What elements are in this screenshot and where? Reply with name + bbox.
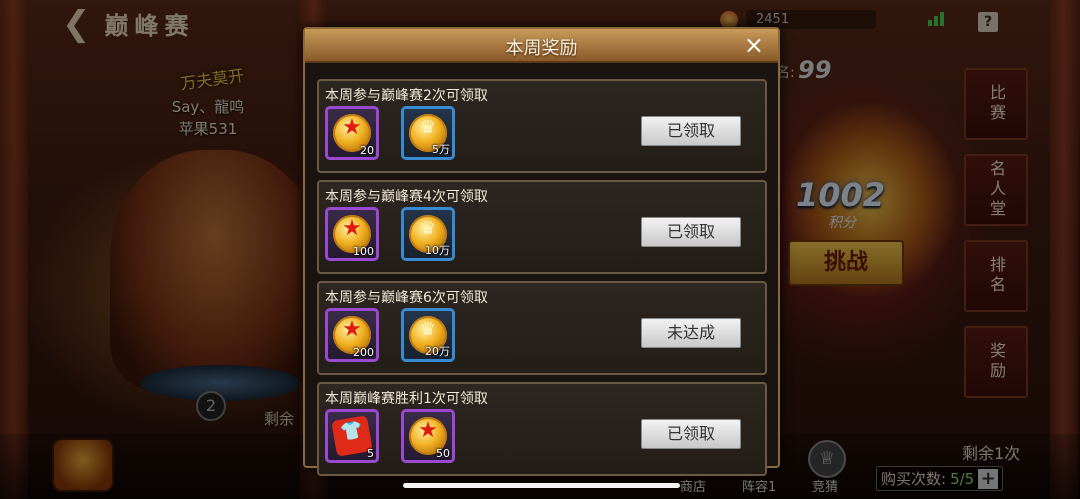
claim-status-button[interactable]: 已领取 — [641, 419, 741, 449]
reward-item-star-coin[interactable]: ★ 50 — [401, 409, 455, 463]
star-icon: ★ — [342, 317, 362, 342]
item-quantity: 20万 — [425, 345, 450, 358]
reward-item-gold-coin[interactable]: ♛ 20万 — [401, 308, 455, 362]
item-quantity: 50 — [436, 447, 450, 460]
weekly-rewards-modal: 本周奖励 × 本周参与巅峰赛2次可领取 ★ 20 ♛ 5万 已领取 本周参与巅峰… — [303, 27, 780, 476]
reward-item-shirt-puzzle[interactable]: 👕 5 — [325, 409, 379, 463]
reward-row: 本周参与巅峰赛2次可领取 ★ 20 ♛ 5万 已领取 — [317, 79, 767, 173]
reward-row: 本周巅峰赛胜利1次可领取 👕 5 ★ 50 已领取 — [317, 382, 767, 476]
modal-title: 本周奖励 — [505, 38, 578, 59]
crown-icon: ♛ — [419, 117, 437, 138]
reward-row-title: 本周参与巅峰赛6次可领取 — [325, 290, 488, 306]
reward-item-star-coin[interactable]: ★ 20 — [325, 106, 379, 160]
item-quantity: 10万 — [425, 244, 450, 257]
home-indicator[interactable] — [403, 483, 680, 488]
star-icon: ★ — [418, 418, 438, 443]
claim-status-button[interactable]: 已领取 — [641, 217, 741, 247]
item-quantity: 20 — [360, 144, 374, 157]
reward-row: 本周参与巅峰赛6次可领取 ★ 200 ♛ 20万 未达成 — [317, 281, 767, 375]
reward-row-title: 本周参与巅峰赛4次可领取 — [325, 189, 488, 205]
item-quantity: 200 — [353, 346, 374, 359]
claim-status-button[interactable]: 已领取 — [641, 116, 741, 146]
claim-status-button[interactable]: 未达成 — [641, 318, 741, 348]
crown-icon: ♛ — [419, 218, 437, 239]
item-quantity: 100 — [353, 245, 374, 258]
star-icon: ★ — [342, 115, 362, 140]
item-quantity: 5 — [367, 447, 374, 460]
star-icon: ★ — [342, 216, 362, 241]
crown-icon: ♛ — [419, 319, 437, 340]
modal-header: 本周奖励 × — [305, 29, 778, 63]
reward-item-gold-coin[interactable]: ♛ 5万 — [401, 106, 455, 160]
reward-list: 本周参与巅峰赛2次可领取 ★ 20 ♛ 5万 已领取 本周参与巅峰赛4次可领取 … — [317, 79, 767, 483]
reward-row-title: 本周参与巅峰赛2次可领取 — [325, 88, 488, 104]
reward-row: 本周参与巅峰赛4次可领取 ★ 100 ♛ 10万 已领取 — [317, 180, 767, 274]
reward-item-star-coin[interactable]: ★ 200 — [325, 308, 379, 362]
reward-item-star-coin[interactable]: ★ 100 — [325, 207, 379, 261]
reward-row-title: 本周巅峰赛胜利1次可领取 — [325, 391, 488, 407]
reward-item-gold-coin[interactable]: ♛ 10万 — [401, 207, 455, 261]
close-icon[interactable]: × — [744, 31, 764, 59]
item-quantity: 5万 — [432, 143, 450, 156]
